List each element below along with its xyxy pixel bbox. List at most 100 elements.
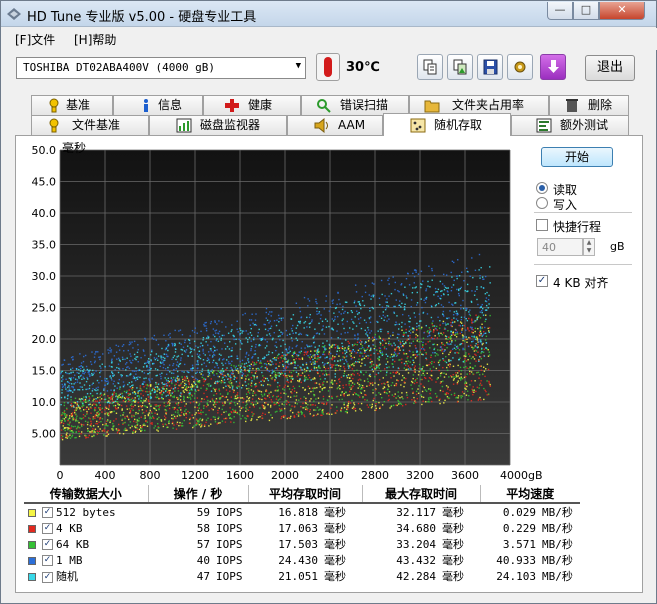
data-point-1: [456, 401, 459, 403]
menu-file[interactable]: [F]文件: [15, 31, 55, 48]
data-point-4: [459, 287, 461, 290]
data-point-4: [344, 352, 347, 355]
data-point-2: [465, 352, 467, 354]
data-point-3: [168, 364, 171, 366]
data-point-1: [106, 433, 108, 435]
data-point-2: [412, 351, 414, 353]
data-point-4: [430, 316, 433, 319]
start-button[interactable]: 开始: [541, 147, 613, 167]
data-point-3: [126, 361, 128, 364]
exit-button[interactable]: 退出: [585, 55, 635, 81]
series-toggle-checkbox[interactable]: ✓: [42, 571, 53, 583]
data-point-4: [479, 326, 482, 328]
maximize-button[interactable]: □: [573, 2, 599, 20]
download-button[interactable]: [540, 54, 566, 80]
tab-aam-label: AAM: [338, 118, 366, 132]
data-point-0: [69, 434, 71, 436]
data-point-3: [382, 314, 384, 317]
data-point-2: [225, 410, 227, 413]
tab-extra-tests[interactable]: 额外测试: [511, 115, 629, 135]
data-point-0: [359, 408, 361, 410]
data-point-2: [360, 347, 363, 350]
tab-aam[interactable]: AAM: [287, 115, 383, 135]
tab-erase[interactable]: 删除: [549, 95, 629, 115]
data-point-1: [238, 396, 240, 399]
data-point-3: [460, 308, 462, 310]
data-point-3: [80, 365, 82, 368]
data-point-1: [291, 392, 293, 394]
data-point-4: [136, 376, 138, 379]
short-stroke-checkbox[interactable]: [536, 219, 548, 231]
data-point-3: [450, 289, 453, 292]
drive-select[interactable]: TOSHIBA DT02ABA400V (4000 gB) ▼: [16, 57, 306, 79]
data-point-2: [181, 376, 183, 378]
data-point-4: [466, 270, 469, 273]
settings-button[interactable]: [507, 54, 533, 80]
tab-folder-usage[interactable]: 文件夹占用率: [409, 95, 549, 115]
data-point-2: [430, 354, 432, 356]
data-point-2: [142, 399, 145, 402]
copy-text-button[interactable]: [417, 54, 443, 80]
save-button[interactable]: [477, 54, 503, 80]
data-point-4: [358, 312, 360, 314]
data-point-0: [292, 411, 294, 414]
read-radio[interactable]: [536, 182, 548, 194]
ops-unit: IOPS: [216, 553, 243, 567]
series-toggle-checkbox[interactable]: ✓: [42, 523, 53, 534]
data-point-4: [425, 296, 428, 299]
data-point-1: [224, 396, 226, 399]
data-point-0: [331, 386, 333, 389]
series-toggle-checkbox[interactable]: ✓: [42, 539, 53, 550]
data-point-1: [282, 415, 285, 417]
data-point-0: [122, 433, 125, 435]
data-point-2: [250, 403, 252, 405]
series-toggle-checkbox[interactable]: ✓: [42, 555, 53, 566]
write-radio[interactable]: [536, 197, 548, 209]
data-point-2: [438, 327, 441, 329]
data-point-4: [462, 360, 465, 363]
data-point-1: [221, 402, 224, 404]
tab-file-benchmark[interactable]: 文件基准: [31, 115, 149, 135]
data-point-2: [280, 357, 283, 359]
tab-disk-monitor[interactable]: 磁盘监视器: [149, 115, 287, 135]
data-point-3: [254, 319, 257, 321]
tab-error-scan[interactable]: 错误扫描: [301, 95, 409, 115]
data-point-3: [124, 363, 127, 365]
copy-image-button[interactable]: [447, 54, 473, 80]
data-point-2: [68, 424, 70, 426]
data-point-3: [405, 295, 408, 297]
menu-help[interactable]: [H]帮助: [74, 31, 116, 48]
short-stroke-stepper[interactable]: ▲ ▼: [583, 238, 595, 256]
data-point-1: [381, 383, 383, 385]
tab-info[interactable]: 信息: [113, 95, 203, 115]
short-stroke-input[interactable]: 40: [537, 238, 583, 256]
data-point-2: [185, 386, 188, 388]
data-point-4: [359, 303, 361, 305]
data-point-2: [273, 402, 275, 404]
data-point-1: [355, 352, 357, 354]
data-point-0: [372, 370, 375, 373]
title-bar[interactable]: HD Tune 专业版 v5.00 - 硬盘专业工具 — □ ✕: [1, 1, 656, 27]
menu-bar: [F]文件 [H]帮助: [2, 28, 657, 50]
data-point-0: [96, 420, 98, 423]
data-point-2: [183, 398, 185, 401]
data-point-0: [186, 377, 189, 379]
data-point-1: [484, 389, 486, 392]
data-point-4: [174, 342, 176, 345]
tab-benchmark[interactable]: 基准: [31, 95, 113, 115]
data-point-1: [176, 423, 178, 425]
y-tick-label: 5.00: [32, 428, 57, 441]
data-point-2: [375, 401, 377, 403]
data-point-4: [354, 316, 356, 318]
minimize-button[interactable]: —: [547, 2, 573, 20]
close-button[interactable]: ✕: [599, 2, 645, 20]
align-4kb-checkbox[interactable]: ✓: [536, 275, 548, 287]
data-point-2: [198, 421, 200, 423]
y-tick-label: 30.0: [32, 270, 57, 283]
data-point-0: [197, 409, 199, 412]
data-point-4: [271, 372, 273, 374]
series-toggle-checkbox[interactable]: ✓: [42, 507, 53, 518]
tab-health[interactable]: 健康: [203, 95, 301, 115]
data-point-4: [333, 312, 335, 314]
tab-random-access[interactable]: 随机存取: [383, 113, 511, 136]
